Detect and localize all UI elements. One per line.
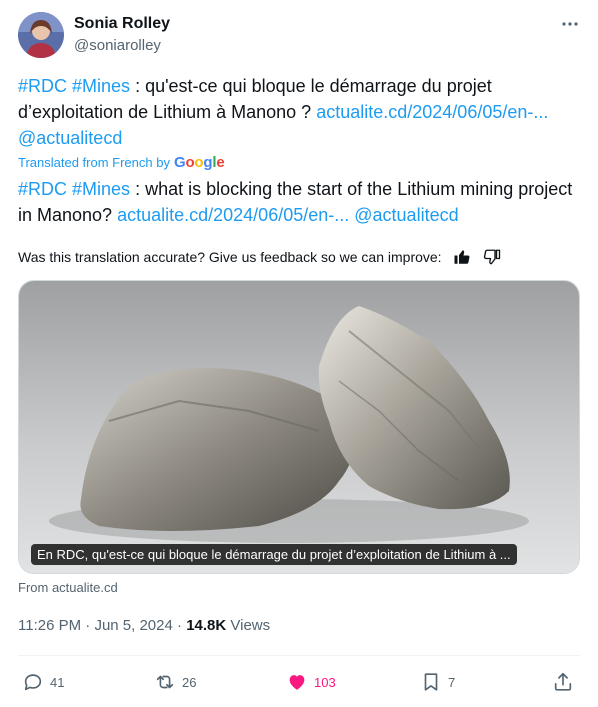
author-display-name[interactable]: Sonia Rolley (74, 15, 170, 33)
repost-button[interactable]: 26 (154, 666, 196, 698)
tweet-meta: 11:26 PM · Jun 5, 2024 · 14.8K Views (18, 617, 270, 634)
article-link[interactable]: actualite.cd/2024/06/05/en-... (316, 102, 548, 122)
article-link-translated[interactable]: actualite.cd/2024/06/05/en-... (117, 205, 349, 225)
reply-button[interactable]: 41 (22, 666, 64, 698)
tweet-time[interactable]: 11:26 PM (18, 617, 81, 634)
tweet-actions: 41 26 103 7 (18, 666, 580, 698)
translated-by[interactable]: Translated from French by Google (18, 154, 225, 171)
link-card[interactable]: En RDC, qu'est-ce qui bloque le démarrag… (18, 280, 580, 574)
mention-actualitecd-translated[interactable]: @actualitecd (354, 205, 458, 225)
bookmark-count: 7 (448, 674, 456, 690)
thumbs-down-icon[interactable] (482, 247, 502, 267)
tweet-translated-text: #RDC #Mines : what is blocking the start… (18, 176, 582, 228)
hashtag-rdc[interactable]: #RDC (18, 76, 67, 96)
views-label: Views (230, 617, 271, 634)
like-button[interactable]: 103 (286, 666, 336, 698)
repost-icon (156, 675, 174, 689)
thumbs-up-icon[interactable] (452, 247, 472, 267)
repost-count: 26 (182, 674, 197, 690)
mention-actualitecd[interactable]: @actualitecd (18, 128, 122, 148)
hashtag-mines-translated[interactable]: #Mines (72, 179, 130, 199)
tweet-date[interactable]: Jun 5, 2024 (94, 617, 172, 634)
heart-icon (289, 675, 305, 690)
translated-by-label: Translated from French by (18, 155, 170, 170)
views-count: 14.8K (186, 617, 227, 634)
tweet-header: Sonia Rolley @soniarolley (18, 12, 584, 60)
translation-feedback: Was this translation accurate? Give us f… (18, 247, 502, 267)
meta-separator: · (177, 617, 187, 634)
like-count: 103 (314, 674, 336, 690)
card-caption: En RDC, qu'est-ce qui bloque le démarrag… (31, 544, 517, 565)
bookmark-icon (424, 673, 438, 691)
more-options-icon[interactable] (558, 12, 582, 36)
bookmark-button[interactable]: 7 (420, 666, 455, 698)
divider (18, 655, 580, 656)
card-source[interactable]: From actualite.cd (18, 580, 118, 595)
google-logo: Google (173, 154, 225, 171)
reply-icon (24, 674, 42, 691)
reply-count: 41 (50, 674, 65, 690)
tweet-original-text: #RDC #Mines : qu'est-ce qui bloque le dé… (18, 73, 580, 151)
share-button[interactable] (552, 666, 574, 698)
card-image (19, 281, 579, 573)
author-handle[interactable]: @soniarolley (74, 37, 161, 54)
hashtag-mines[interactable]: #Mines (72, 76, 130, 96)
avatar[interactable] (18, 12, 64, 58)
hashtag-rdc-translated[interactable]: #RDC (18, 179, 67, 199)
feedback-prompt: Was this translation accurate? Give us f… (18, 249, 442, 265)
share-icon (554, 672, 572, 691)
